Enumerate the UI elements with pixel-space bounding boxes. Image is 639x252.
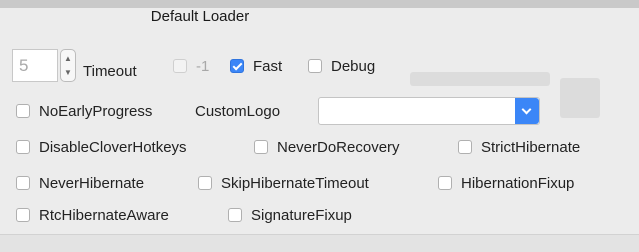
timeout-stepper[interactable]: ▲ ▼ — [60, 49, 76, 82]
timeout-label-text: Timeout — [83, 62, 137, 80]
checkbox-label: NeverDoRecovery — [277, 138, 400, 156]
checkbox-label: -1 — [196, 57, 210, 75]
checkbox-label: SignatureFixup — [251, 206, 352, 224]
checkbox-box[interactable] — [198, 176, 212, 190]
background-shape — [560, 78, 600, 118]
stepper-down-icon[interactable]: ▼ — [61, 68, 75, 77]
checkbox-noearlyprogress[interactable]: NoEarlyProgress — [16, 100, 152, 122]
bottom-strip — [0, 235, 639, 252]
checkbox-rtchibernateaware[interactable]: RtcHibernateAware — [16, 204, 169, 226]
checkbox-fast[interactable]: Fast — [230, 55, 282, 77]
chevron-down-icon[interactable] — [515, 98, 539, 124]
checkbox-label: NoEarlyProgress — [39, 102, 153, 120]
checkbox-hibernationfixup[interactable]: HibernationFixup — [438, 172, 574, 194]
timeout-input[interactable]: 5 — [12, 49, 58, 82]
checkbox-box[interactable] — [173, 59, 187, 73]
checkbox-skiphibernatetimeout[interactable]: SkipHibernateTimeout — [198, 172, 369, 194]
checkbox-label: RtcHibernateAware — [39, 206, 169, 224]
section-title: Default Loader — [150, 8, 250, 25]
checkbox-label: HibernationFixup — [461, 174, 575, 192]
checkbox-disableloverhotkeys[interactable]: DisableCloverHotkeys — [16, 136, 187, 158]
checkbox-stricthibernate[interactable]: StrictHibernate — [458, 136, 580, 158]
checkbox-box[interactable] — [458, 140, 472, 154]
checkbox-box[interactable] — [16, 208, 30, 222]
checkbox-label: Fast — [253, 57, 283, 75]
checkbox-signaturefixup[interactable]: SignatureFixup — [228, 204, 352, 226]
custom-logo-label: CustomLogo — [195, 100, 280, 122]
checkbox-box[interactable] — [438, 176, 452, 190]
checkbox-box[interactable] — [308, 59, 322, 73]
custom-logo-select[interactable] — [318, 97, 540, 125]
checkbox-label: Debug — [331, 57, 376, 75]
checkbox-box[interactable] — [230, 59, 244, 73]
checkbox-label: NeverHibernate — [39, 174, 145, 192]
timeout-label: Timeout — [83, 60, 137, 82]
checkbox-box[interactable] — [16, 140, 30, 154]
checkbox-label: DisableCloverHotkeys — [39, 138, 187, 156]
checkbox-neverhibernate[interactable]: NeverHibernate — [16, 172, 144, 194]
background-shape — [410, 72, 550, 86]
checkbox-box[interactable] — [254, 140, 268, 154]
checkbox-box[interactable] — [228, 208, 242, 222]
checkbox-box[interactable] — [16, 104, 30, 118]
checkbox-debug[interactable]: Debug — [308, 55, 375, 77]
checkbox-box[interactable] — [16, 176, 30, 190]
checkbox-label: SkipHibernateTimeout — [221, 174, 369, 192]
checkbox-label: StrictHibernate — [481, 138, 581, 156]
stepper-up-icon[interactable]: ▲ — [61, 54, 75, 63]
checkbox-minus-one[interactable]: -1 — [173, 55, 209, 77]
checkbox-neverdorecovery[interactable]: NeverDoRecovery — [254, 136, 400, 158]
custom-logo-label-text: CustomLogo — [195, 102, 281, 120]
